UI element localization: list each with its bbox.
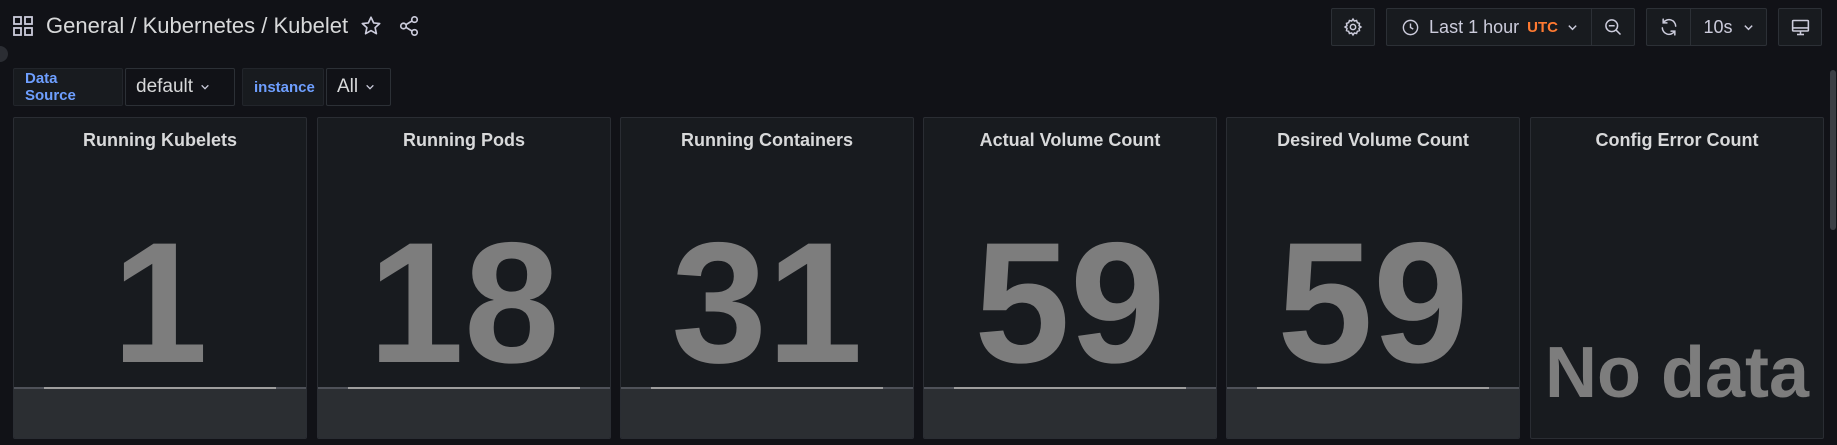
no-data-message: No data	[1544, 333, 1810, 413]
variable-label-instance: instance	[242, 68, 324, 106]
breadcrumb: General / Kubernetes / Kubelet	[12, 12, 420, 40]
breadcrumb-separator: /	[124, 13, 143, 38]
dashboard-settings-button[interactable]	[1331, 8, 1375, 46]
panel-title[interactable]: Running Pods	[318, 130, 610, 151]
breadcrumb-separator: /	[255, 13, 274, 38]
panel-title[interactable]: Running Containers	[621, 130, 913, 151]
stat-panel[interactable]: Desired Volume Count 59	[1226, 117, 1520, 439]
dashboard-navbar: General / Kubernetes / Kubelet Last 1 ho…	[0, 0, 1837, 54]
dashboard-title[interactable]: Kubelet	[274, 13, 349, 39]
sparkline	[318, 387, 610, 438]
share-icon[interactable]	[398, 15, 420, 37]
refresh-button[interactable]	[1646, 8, 1690, 46]
sparkline	[924, 387, 1216, 438]
stat-panel[interactable]: Running Pods 18	[317, 117, 611, 439]
refresh-icon	[1659, 17, 1679, 37]
panel-title[interactable]: Running Kubelets	[14, 130, 306, 151]
sparkline	[1227, 387, 1519, 438]
stat-panel[interactable]: Running Kubelets 1	[13, 117, 307, 439]
breadcrumb-parent[interactable]: Kubernetes	[143, 13, 256, 39]
tv-icon	[1790, 17, 1811, 38]
variable-value: All	[337, 76, 359, 97]
variable-select-instance[interactable]: All	[326, 68, 391, 106]
chevron-down-icon	[1567, 22, 1578, 33]
panel-title[interactable]: Desired Volume Count	[1227, 130, 1519, 151]
panel-title[interactable]: Actual Volume Count	[924, 130, 1216, 151]
time-range-picker[interactable]: Last 1 hour UTC	[1386, 8, 1592, 46]
tv-mode-button[interactable]	[1778, 8, 1822, 46]
variable-value: default	[136, 76, 194, 97]
stat-value: 31	[671, 207, 863, 399]
stat-value: 18	[368, 207, 560, 399]
sparkline	[621, 387, 913, 438]
stat-value: 1	[112, 207, 208, 399]
stat-panel[interactable]: Actual Volume Count 59	[923, 117, 1217, 439]
clock-icon	[1401, 18, 1420, 37]
chevron-down-icon	[365, 82, 375, 92]
chevron-down-icon	[1743, 22, 1754, 33]
timezone-badge: UTC	[1527, 18, 1558, 36]
gear-icon	[1343, 17, 1363, 37]
panel-title[interactable]: Config Error Count	[1531, 130, 1823, 151]
zoom-out-button[interactable]	[1591, 8, 1635, 46]
apps-icon[interactable]	[12, 15, 34, 37]
variable-label-datasource: Data Source	[13, 68, 123, 106]
stat-value: 59	[1277, 207, 1469, 399]
sparkline	[14, 387, 306, 438]
stat-panel[interactable]: Config Error Count No data	[1530, 117, 1824, 439]
stat-panel[interactable]: Running Containers 31	[620, 117, 914, 439]
refresh-interval-label: 10s	[1703, 16, 1733, 37]
variable-select-datasource[interactable]: default	[125, 68, 235, 106]
chevron-down-icon	[200, 82, 210, 92]
refresh-interval-picker[interactable]: 10s	[1690, 8, 1767, 46]
scrollbar-thumb[interactable]	[1830, 70, 1836, 230]
zoom-out-icon	[1603, 17, 1623, 37]
breadcrumb-folder[interactable]: General	[46, 13, 124, 39]
stat-value: 59	[974, 207, 1166, 399]
time-range-label: Last 1 hour	[1429, 16, 1520, 37]
star-icon[interactable]	[360, 15, 382, 37]
